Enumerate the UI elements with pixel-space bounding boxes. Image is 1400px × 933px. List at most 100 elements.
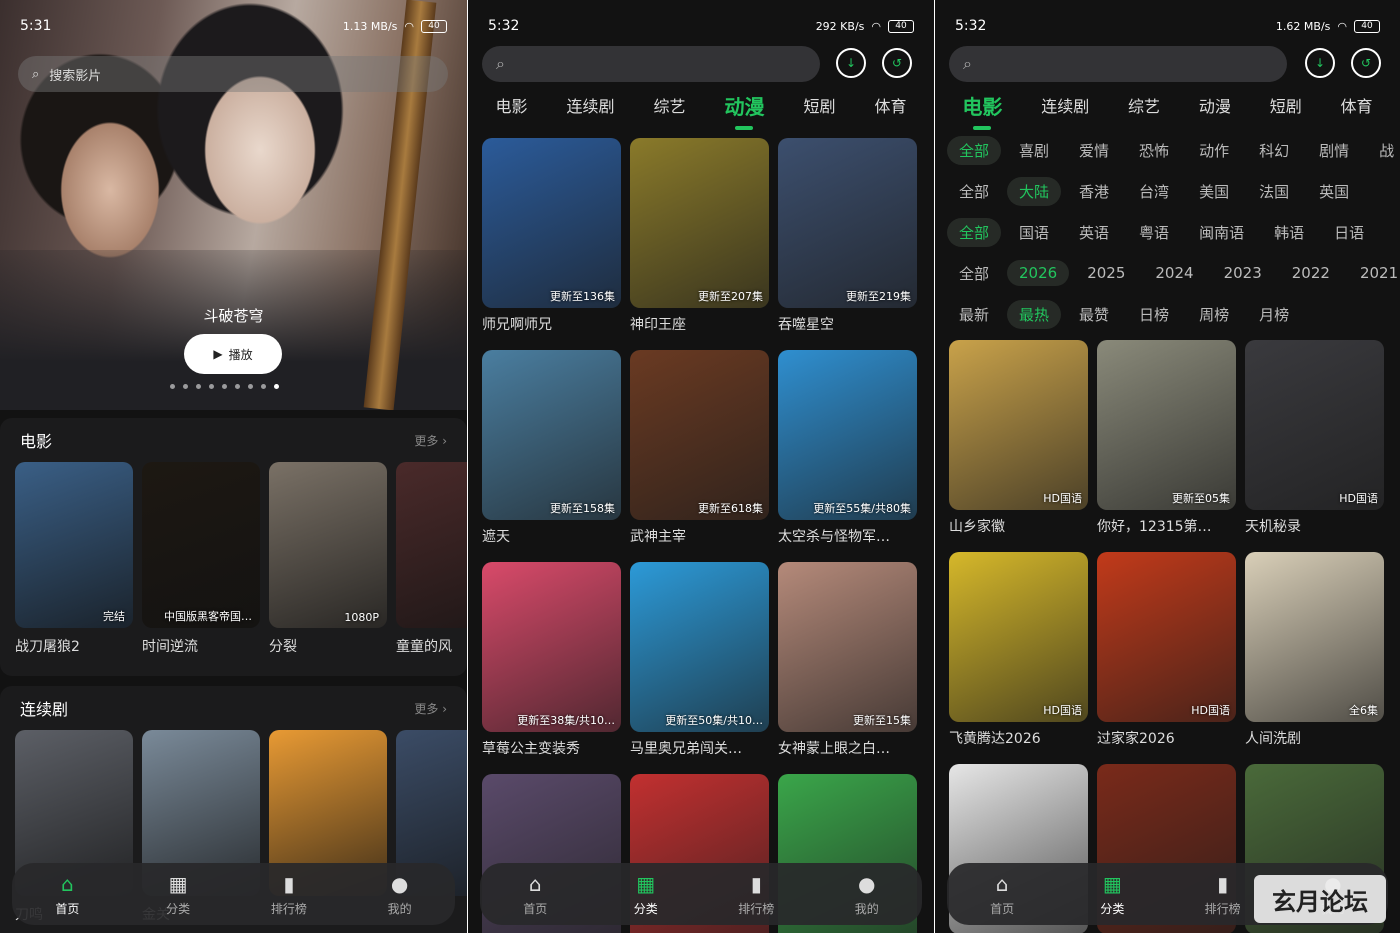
filter-chip[interactable]: 最赞: [1067, 300, 1121, 329]
media-title: 吞噬星空: [778, 317, 834, 333]
episode-badge: 中国版黑客帝国…: [164, 610, 252, 623]
media-card[interactable]: 更新至207集 神印王座: [630, 138, 769, 334]
filter-chip[interactable]: 国语: [1007, 218, 1061, 247]
filter-chip[interactable]: 全部: [947, 259, 1001, 288]
filter-chip[interactable]: 最热: [1007, 299, 1062, 329]
status-time: 5:31: [20, 18, 52, 34]
filter-chip[interactable]: 剧情: [1307, 136, 1361, 165]
media-card[interactable]: HD国语 山乡家徽: [949, 340, 1088, 536]
nav-home[interactable]: ⌂ 首页: [32, 872, 102, 917]
filter-chip[interactable]: 2025: [1075, 260, 1137, 286]
tab-3[interactable]: 动漫: [724, 91, 764, 130]
filter-chip[interactable]: 香港: [1067, 177, 1121, 206]
media-card[interactable]: 更新至136集 师兄啊师兄: [482, 138, 621, 334]
filter-chip[interactable]: 周榜: [1187, 300, 1241, 329]
filter-chip[interactable]: 战: [1367, 136, 1400, 165]
filter-chip[interactable]: 粤语: [1127, 218, 1181, 247]
media-card[interactable]: 更新至15集 女神蒙上眼之白…: [778, 562, 917, 758]
tab-5[interactable]: 体育: [874, 93, 906, 123]
history-icon[interactable]: ↺: [1351, 48, 1381, 78]
nav-ranking[interactable]: ▮ 排行榜: [721, 872, 791, 917]
filter-chip[interactable]: 科幻: [1247, 136, 1301, 165]
filter-chip[interactable]: 喜剧: [1007, 136, 1061, 165]
watermark-logo: 玄月论坛: [1254, 875, 1386, 923]
history-icon[interactable]: ↺: [882, 48, 912, 78]
episode-badge: 更新至55集/共80集: [813, 502, 911, 515]
filter-chip[interactable]: 恐怖: [1127, 136, 1181, 165]
filter-chip[interactable]: 大陆: [1007, 176, 1062, 206]
download-icon[interactable]: ↓: [1305, 48, 1335, 78]
media-card[interactable]: 全6集 人间洗剧: [1245, 552, 1384, 748]
play-button[interactable]: ▶ 播放: [184, 334, 282, 374]
filter-chip[interactable]: 全部: [947, 177, 1001, 206]
tab-1[interactable]: 连续剧: [1041, 93, 1089, 123]
media-card[interactable]: 中国版黑客帝国… 时间逆流: [142, 462, 260, 656]
filter-chip[interactable]: 闽南语: [1187, 218, 1256, 247]
filter-chip[interactable]: 2024: [1143, 260, 1205, 286]
filter-chip[interactable]: 韩语: [1262, 218, 1316, 247]
battery-icon: 40: [1354, 19, 1380, 33]
tab-4[interactable]: 短剧: [803, 93, 835, 123]
media-card[interactable]: 更新至05集 你好，12315第…: [1097, 340, 1236, 536]
nav-category[interactable]: ▦ 分类: [1077, 872, 1147, 917]
tab-2[interactable]: 综艺: [1128, 93, 1160, 123]
tab-4[interactable]: 短剧: [1270, 93, 1302, 123]
search-input[interactable]: ⌕: [949, 46, 1287, 82]
poster-image: 更新至50集/共10…: [630, 562, 769, 732]
nav-profile[interactable]: ● 我的: [365, 872, 435, 917]
nav-category[interactable]: ▦ 分类: [611, 872, 681, 917]
filter-chip[interactable]: 日榜: [1127, 300, 1181, 329]
media-title: 女神蒙上眼之白…: [778, 741, 890, 757]
media-card[interactable]: 更新至50集/共10… 马里奥兄弟闯关…: [630, 562, 769, 758]
nav-category[interactable]: ▦ 分类: [143, 872, 213, 917]
filter-chip[interactable]: 2022: [1280, 260, 1342, 286]
nav-ranking[interactable]: ▮ 排行榜: [1188, 872, 1258, 917]
filter-chip[interactable]: 2021: [1348, 260, 1400, 286]
media-card[interactable]: 完结 战刀屠狼2: [15, 462, 133, 656]
filter-chip[interactable]: 全部: [947, 217, 1002, 247]
filter-chip[interactable]: 月榜: [1247, 300, 1301, 329]
filter-chip[interactable]: 法国: [1247, 177, 1301, 206]
filter-chip[interactable]: 最新: [947, 300, 1001, 329]
more-link[interactable]: 更多 ›: [414, 700, 447, 717]
tab-0[interactable]: 电影: [495, 93, 527, 123]
more-link[interactable]: 更多 ›: [414, 432, 447, 449]
filter-chip[interactable]: 英国: [1307, 177, 1361, 206]
media-card[interactable]: 更新至55集/共80集 太空杀与怪物军…: [778, 350, 917, 546]
poster-image: 更新至618集: [630, 350, 769, 520]
tab-2[interactable]: 综艺: [653, 93, 685, 123]
filter-chip[interactable]: 日语: [1322, 218, 1376, 247]
media-card[interactable]: 更新至38集/共10… 草莓公主变装秀: [482, 562, 621, 758]
tab-1[interactable]: 连续剧: [566, 93, 614, 123]
filter-chip[interactable]: 爱情: [1067, 136, 1121, 165]
nav-home[interactable]: ⌂ 首页: [500, 872, 570, 917]
search-input[interactable]: ⌕ 搜索影片: [18, 56, 448, 92]
network-speed: 292 KB/s: [815, 19, 865, 33]
nav-profile[interactable]: ● 我的: [832, 872, 902, 917]
filter-chip[interactable]: 英语: [1067, 218, 1121, 247]
search-input[interactable]: ⌕: [482, 46, 820, 82]
filter-chip[interactable]: 2026: [1007, 260, 1070, 286]
poster-image: 更新至219集: [778, 138, 917, 308]
filter-chip[interactable]: 全部: [947, 135, 1002, 165]
media-card[interactable]: HD国语 飞黄腾达2026: [949, 552, 1088, 748]
nav-ranking[interactable]: ▮ 排行榜: [254, 872, 324, 917]
media-card[interactable]: 童童的风: [396, 462, 467, 656]
media-card[interactable]: HD国语 天机秘录: [1245, 340, 1384, 536]
nav-home[interactable]: ⌂ 首页: [967, 872, 1037, 917]
media-card[interactable]: 更新至618集 武神主宰: [630, 350, 769, 546]
phone-anime-screen: 5:32 292 KB/s ◠ 40 ⌕ ↓ ↺ 电影 连续剧 综艺 动漫 短剧 体育 更…: [468, 0, 934, 933]
media-card[interactable]: 更新至219集吞噬星空: [778, 138, 917, 334]
wifi-icon: ◠: [871, 19, 881, 33]
media-card[interactable]: 1080P 分裂: [269, 462, 387, 656]
filter-chip[interactable]: 2023: [1212, 260, 1274, 286]
media-card[interactable]: 更新至158集 遮天: [482, 350, 621, 546]
filter-chip[interactable]: 台湾: [1127, 177, 1181, 206]
tab-5[interactable]: 体育: [1341, 93, 1373, 123]
filter-chip[interactable]: 美国: [1187, 177, 1241, 206]
download-icon[interactable]: ↓: [836, 48, 866, 78]
media-card[interactable]: HD国语 过家家2026: [1097, 552, 1236, 748]
tab-0[interactable]: 电影: [962, 91, 1002, 130]
filter-chip[interactable]: 动作: [1187, 136, 1241, 165]
tab-3[interactable]: 动漫: [1199, 93, 1231, 123]
